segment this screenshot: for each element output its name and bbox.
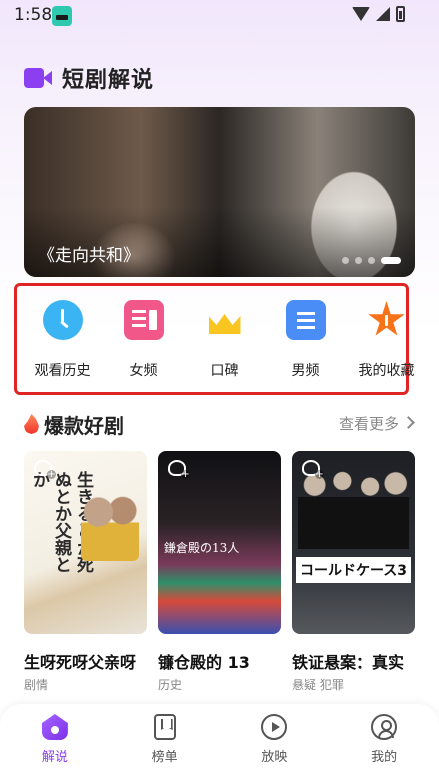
star-icon (367, 300, 407, 340)
video-camera-icon (24, 67, 52, 89)
banner-carousel[interactable]: 《走向共和》 (24, 107, 415, 277)
nav-tab-screening[interactable]: 放映 (220, 704, 330, 780)
carousel-dot[interactable] (368, 257, 375, 264)
drama-genre: 剧情 (24, 678, 49, 692)
drama-genre: 历史 (158, 678, 183, 692)
status-time: 1:58 (14, 5, 53, 25)
nav-tab-ranking[interactable]: 榜单 (110, 704, 220, 780)
poster-figures (298, 469, 409, 549)
poster-title-text: 鎌倉殿の13人 (164, 541, 240, 555)
poster-title-text: コールドケース3 (296, 557, 411, 583)
status-indicators (352, 6, 405, 22)
nav-label: 榜单 (151, 750, 178, 765)
category-reputation[interactable]: 口碑 (184, 300, 265, 380)
signal-icon (376, 7, 390, 21)
category-label: 观看历史 (34, 363, 91, 379)
carousel-dot[interactable] (342, 257, 349, 264)
nav-tab-profile[interactable]: 我的 (329, 704, 439, 780)
poster-figures (81, 491, 139, 561)
carousel-dot[interactable] (355, 257, 362, 264)
drama-poster[interactable]: コールドケース3 + (292, 451, 415, 634)
category-label: 女频 (129, 363, 158, 379)
drama-card[interactable]: コールドケース3 + 铁证悬案：真实 悬疑 犯罪 (292, 451, 415, 693)
page-title: 短剧解说 (62, 68, 155, 93)
flame-icon (24, 414, 39, 434)
heart-add-icon[interactable]: + (32, 457, 56, 480)
category-label: 我的收藏 (358, 363, 415, 379)
status-bar: 1:58 (0, 0, 439, 32)
nav-label: 我的 (371, 750, 398, 765)
category-label: 口碑 (210, 363, 239, 379)
drama-card[interactable]: 鎌倉殿の13人 + 镰仓殿的 13 历史 (158, 451, 281, 693)
home-icon (41, 714, 68, 740)
drama-title: 生呀死呀父亲呀 (24, 653, 137, 672)
battery-icon (396, 6, 405, 22)
drama-poster[interactable]: 生きるとか死ぬとか父親とか + (24, 451, 147, 634)
clock-icon (42, 300, 83, 340)
female-channel-icon (123, 300, 164, 340)
wifi-icon (352, 7, 370, 21)
nav-tab-commentary[interactable]: 解说 (0, 704, 110, 780)
heart-add-icon[interactable]: + (300, 457, 324, 480)
user-icon (371, 714, 398, 740)
drama-genre: 悬疑 犯罪 (292, 678, 344, 692)
nav-label: 放映 (261, 750, 288, 765)
drama-title: 铁证悬案：真实 (292, 653, 405, 672)
app-notification-icon (52, 6, 72, 26)
heart-add-icon[interactable]: + (166, 457, 190, 480)
drama-poster[interactable]: 鎌倉殿の13人 + (158, 451, 281, 634)
banner-caption: 《走向共和》 (38, 246, 140, 266)
see-more-link[interactable]: 查看更多 (339, 413, 399, 434)
nav-label: 解说 (41, 750, 68, 765)
category-female-channel[interactable]: 女频 (103, 300, 184, 380)
category-label: 男频 (291, 363, 320, 379)
category-watch-history[interactable]: 观看历史 (22, 300, 103, 380)
drama-card[interactable]: 生きるとか死ぬとか父親とか + 生呀死呀父亲呀 剧情 (24, 451, 147, 693)
category-my-favorites[interactable]: 我的收藏 (346, 300, 427, 380)
carousel-dot-active[interactable] (381, 257, 401, 264)
play-circle-icon (261, 714, 288, 740)
male-channel-icon (285, 300, 326, 340)
hot-section-header: 爆款好剧 查看更多 (24, 410, 415, 438)
carousel-indicator (342, 257, 401, 264)
page-header: 短剧解说 (24, 62, 154, 94)
category-male-channel[interactable]: 男频 (265, 300, 346, 380)
bookmark-icon (153, 714, 176, 740)
bottom-navigation: 解说 榜单 放映 我的 (0, 704, 439, 780)
chevron-right-icon[interactable] (402, 416, 415, 429)
drama-title: 镰仓殿的 13 (158, 653, 250, 672)
category-row: 观看历史 女频 口碑 男频 我的收藏 (22, 300, 439, 380)
crown-icon (205, 300, 245, 340)
hot-section-title: 爆款好剧 (44, 414, 124, 438)
